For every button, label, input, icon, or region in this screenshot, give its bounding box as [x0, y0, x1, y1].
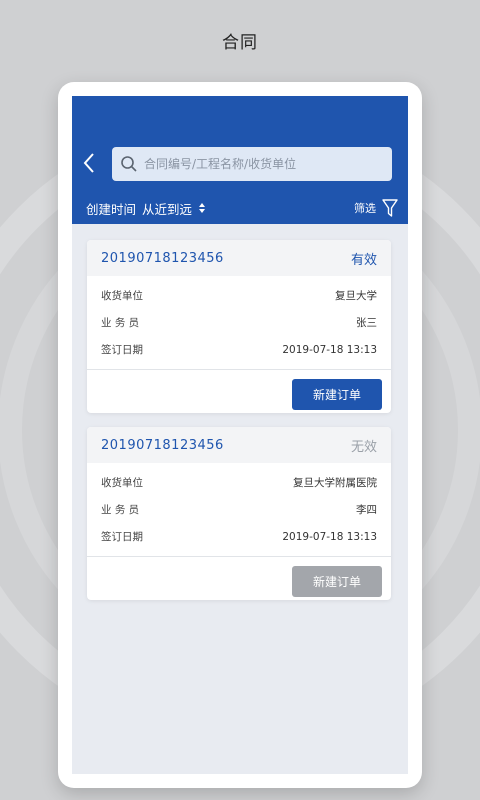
info-row-sign-date: 签订日期 2019-07-18 13:13: [101, 336, 377, 363]
card-footer: 新建订单: [87, 369, 391, 413]
info-row-receiver: 收货单位 复旦大学: [101, 282, 377, 309]
field-label: 签订日期: [101, 344, 143, 356]
contract-card[interactable]: 20190718123456 有效 收货单位 复旦大学 业 务 员 张三 签订日…: [87, 240, 391, 413]
new-order-button[interactable]: 新建订单: [292, 566, 382, 597]
search-icon: [121, 156, 137, 172]
phone-frame: 创建时间 从近到远 筛选 20190718123456: [58, 82, 422, 788]
funnel-icon: [382, 199, 398, 217]
field-value: 2019-07-18 13:13: [282, 343, 377, 356]
info-row-salesperson: 业 务 员 张三: [101, 309, 377, 336]
sort-by-label: 创建时间: [86, 201, 137, 217]
card-header: 20190718123456 有效: [87, 240, 391, 276]
field-label: 签订日期: [101, 531, 143, 543]
filter-label: 筛选: [354, 202, 376, 215]
status-badge: 无效: [350, 439, 377, 455]
chevron-left-icon: [83, 153, 94, 173]
app-screen: 创建时间 从近到远 筛选 20190718123456: [72, 96, 408, 774]
field-value: 复旦大学附属医院: [293, 477, 377, 489]
sort-arrows-icon: [199, 203, 206, 213]
field-value: 2019-07-18 13:13: [282, 530, 377, 543]
order-number: 20190718123456: [101, 437, 224, 453]
new-order-button[interactable]: 新建订单: [292, 379, 382, 410]
contract-card[interactable]: 20190718123456 无效 收货单位 复旦大学附属医院 业 务 员 李四…: [87, 427, 391, 600]
search-input[interactable]: [144, 157, 384, 171]
sort-order-label: 从近到远: [142, 201, 193, 217]
back-button[interactable]: [82, 152, 104, 176]
field-label: 业 务 员: [101, 504, 140, 516]
card-footer: 新建订单: [87, 556, 391, 600]
field-value: 李四: [356, 504, 377, 516]
sort-dropdown[interactable]: 创建时间 从近到远: [86, 199, 206, 218]
sort-filter-row: 创建时间 从近到远 筛选: [72, 196, 408, 220]
field-value: 张三: [356, 317, 377, 329]
info-row-sign-date: 签订日期 2019-07-18 13:13: [101, 523, 377, 550]
info-row-salesperson: 业 务 员 李四: [101, 496, 377, 523]
card-header: 20190718123456 无效: [87, 427, 391, 463]
field-label: 业 务 员: [101, 317, 140, 329]
top-bar: 创建时间 从近到远 筛选: [72, 96, 408, 224]
field-value: 复旦大学: [335, 290, 377, 302]
status-badge: 有效: [350, 252, 377, 268]
page-title: 合同: [222, 33, 258, 53]
card-body: 收货单位 复旦大学附属医院 业 务 员 李四 签订日期 2019-07-18 1…: [87, 463, 391, 550]
search-bar[interactable]: [112, 147, 392, 181]
field-label: 收货单位: [101, 290, 143, 302]
filter-button[interactable]: 筛选: [354, 198, 398, 218]
field-label: 收货单位: [101, 477, 143, 489]
info-row-receiver: 收货单位 复旦大学附属医院: [101, 469, 377, 496]
order-number: 20190718123456: [101, 250, 224, 266]
card-body: 收货单位 复旦大学 业 务 员 张三 签订日期 2019-07-18 13:13: [87, 276, 391, 363]
